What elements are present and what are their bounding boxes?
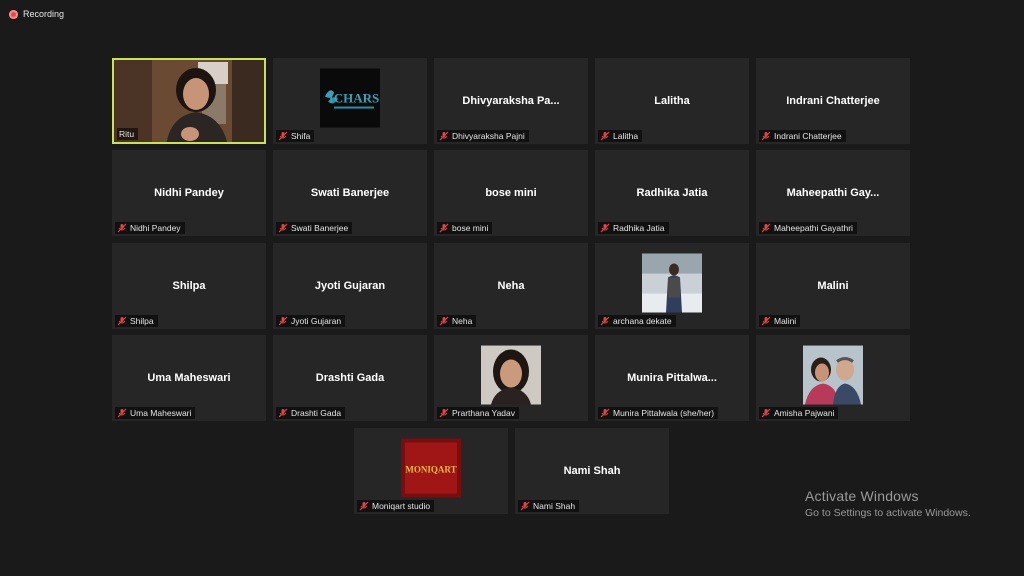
video-tile-radhika[interactable]: Radhika Jatia Radhika Jatia (595, 150, 749, 236)
mic-muted-icon (278, 408, 288, 418)
participant-name-label: Uma Maheswari (115, 407, 196, 419)
video-tile-maheepathi[interactable]: Maheepathi Gay... Maheepathi Gayathri (756, 150, 910, 236)
participant-name-label: Nidhi Pandey (115, 222, 185, 234)
logo-text: ICHARS (329, 91, 380, 106)
participant-name-label: Jyoti Gujaran (276, 315, 346, 327)
video-tile-moniqart[interactable]: MONIQART Moniqart studio (354, 428, 508, 514)
video-tile-shilpa[interactable]: Shilpa Shilpa (112, 243, 266, 329)
participant-display-name: Munira Pittalwa... (627, 372, 717, 384)
video-tile-neha[interactable]: Neha Neha (434, 243, 588, 329)
participant-name-label: Neha (437, 315, 477, 327)
mic-muted-icon (278, 223, 288, 233)
participant-name-label: Shilpa (115, 315, 158, 327)
video-tile-lalitha[interactable]: Lalitha Lalitha (595, 58, 749, 144)
mic-muted-icon (117, 316, 127, 326)
participant-name-label: Malini (759, 315, 801, 327)
mic-muted-icon (439, 131, 449, 141)
mic-muted-icon (278, 316, 288, 326)
mic-muted-icon (600, 316, 610, 326)
video-tile-amisha[interactable]: Amisha Pajwani (756, 335, 910, 421)
participant-display-name: Neha (497, 280, 525, 292)
participant-display-name: Dhivyaraksha Pa... (462, 95, 560, 107)
participant-name-label: archana dekate (598, 315, 676, 327)
participant-name-label: Dhivyaraksha Pajni (437, 130, 529, 142)
profile-logo: ICHARS (320, 68, 380, 128)
mic-muted-icon (520, 501, 530, 511)
mic-muted-icon (600, 131, 610, 141)
participant-name-label: Moniqart studio (357, 500, 435, 512)
profile-photo (481, 345, 541, 405)
mic-muted-icon (439, 223, 449, 233)
participant-display-name: Malini (817, 280, 849, 292)
mic-muted-icon (278, 131, 288, 141)
watermark-title: Activate Windows (805, 488, 919, 504)
participant-name-label: Lalitha (598, 130, 643, 142)
recording-indicator[interactable]: Recording (9, 9, 64, 19)
video-tile-archana[interactable]: archana dekate (595, 243, 749, 329)
mic-muted-icon (600, 408, 610, 418)
mic-muted-icon (761, 223, 771, 233)
participant-name-label: Swati Banerjee (276, 222, 353, 234)
video-tile-dhivyaraksha[interactable]: Dhivyaraksha Pa... Dhivyaraksha Pajni (434, 58, 588, 144)
participant-display-name: Maheepathi Gay... (786, 187, 880, 199)
participant-display-name: Shilpa (172, 280, 206, 292)
recording-icon (9, 9, 18, 19)
video-tile-shifa[interactable]: ICHARS Shifa (273, 58, 427, 144)
mic-muted-icon (761, 316, 771, 326)
video-tile-bose[interactable]: bose mini bose mini (434, 150, 588, 236)
recording-label: Recording (23, 9, 65, 19)
mic-muted-icon (439, 408, 449, 418)
participant-name-label: Nami Shah (518, 500, 580, 512)
mic-muted-icon (600, 223, 610, 233)
participant-name-label: Munira Pittalwala (she/her) (598, 407, 719, 419)
video-tile-prarthana[interactable]: Prarthana Yadav (434, 335, 588, 421)
participant-display-name: bose mini (485, 187, 537, 199)
participant-name-label: Indrani Chatterjee (759, 130, 846, 142)
participant-display-name: Indrani Chatterjee (786, 95, 880, 107)
mic-muted-icon (117, 223, 127, 233)
participant-display-name: Jyoti Gujaran (314, 280, 386, 292)
participant-display-name: Lalitha (654, 95, 690, 107)
participant-name-label: Drashti Gada (276, 407, 346, 419)
participant-name-label: Amisha Pajwani (759, 407, 839, 419)
mic-muted-icon (761, 131, 771, 141)
mic-muted-icon (761, 408, 771, 418)
video-tile-indrani[interactable]: Indrani Chatterjee Indrani Chatterjee (756, 58, 910, 144)
participant-display-name: Nami Shah (563, 465, 621, 477)
mic-muted-icon (359, 501, 369, 511)
profile-photo (803, 345, 863, 405)
mic-muted-icon (439, 316, 449, 326)
participant-display-name: Nidhi Pandey (154, 187, 224, 199)
participant-name-label: Shifa (276, 130, 315, 142)
logo-text: MONIQART (405, 465, 456, 475)
profile-logo: MONIQART (401, 438, 461, 498)
video-tile-nami[interactable]: Nami Shah Nami Shah (515, 428, 669, 514)
activate-windows-watermark: Activate Windows Go to Settings to activ… (805, 488, 971, 519)
participant-name-label: bose mini (437, 222, 493, 234)
video-tile-jyoti[interactable]: Jyoti Gujaran Jyoti Gujaran (273, 243, 427, 329)
video-tile-ritu[interactable]: Ritu (112, 58, 266, 144)
video-tile-drashti[interactable]: Drashti Gada Drashti Gada (273, 335, 427, 421)
participant-name-label: Radhika Jatia (598, 222, 669, 234)
participant-display-name: Uma Maheswari (147, 372, 231, 384)
participant-name-label: Prarthana Yadav (437, 407, 520, 419)
participant-display-name: Drashti Gada (315, 372, 385, 384)
video-tile-munira[interactable]: Munira Pittalwa... Munira Pittalwala (sh… (595, 335, 749, 421)
participant-display-name: Radhika Jatia (636, 187, 708, 199)
participant-name-label: Maheepathi Gayathri (759, 222, 857, 234)
watermark-subtitle: Go to Settings to activate Windows. (805, 507, 971, 519)
video-tile-malini[interactable]: Malini Malini (756, 243, 910, 329)
participant-name-label: Ritu (117, 128, 139, 140)
participant-display-name: Swati Banerjee (310, 187, 390, 199)
profile-photo (642, 253, 702, 313)
video-tile-uma[interactable]: Uma Maheswari Uma Maheswari (112, 335, 266, 421)
video-tile-swati[interactable]: Swati Banerjee Swati Banerjee (273, 150, 427, 236)
video-tile-nidhi[interactable]: Nidhi Pandey Nidhi Pandey (112, 150, 266, 236)
mic-muted-icon (117, 408, 127, 418)
